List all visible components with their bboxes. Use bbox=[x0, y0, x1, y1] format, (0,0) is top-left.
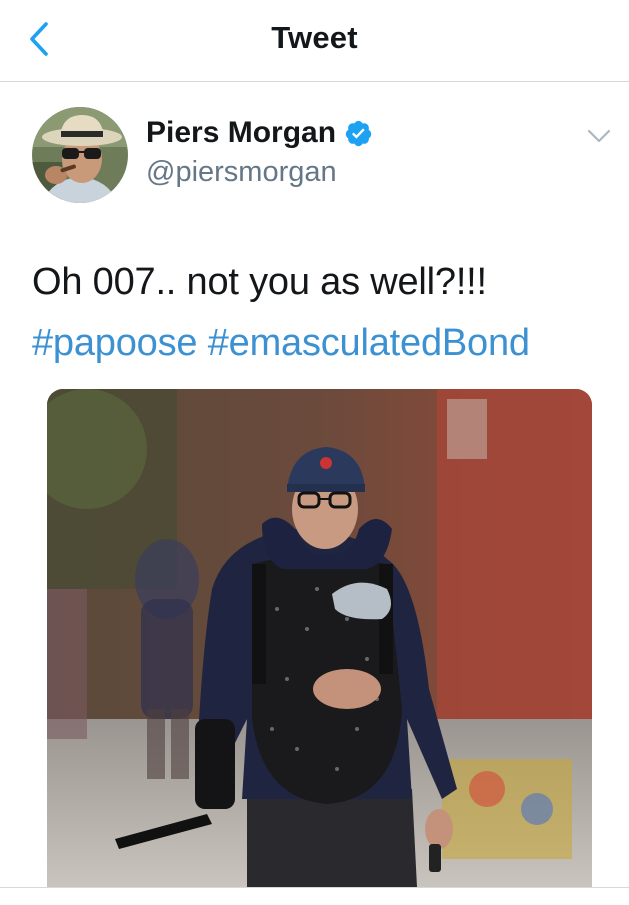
verified-badge-icon bbox=[345, 120, 372, 146]
bottom-divider bbox=[0, 887, 629, 888]
name-line: Piers Morgan bbox=[146, 116, 373, 150]
hashtag-list: #papoose #emasculatedBond bbox=[32, 317, 622, 369]
tweet-photo[interactable] bbox=[47, 389, 592, 887]
nav-bar: Tweet bbox=[0, 0, 629, 82]
avatar[interactable] bbox=[32, 107, 128, 203]
tweet-body: Oh 007.. not you as well?!!! bbox=[32, 261, 487, 303]
tweet-text: Oh 007.. not you as well?!!! #papoose #e… bbox=[32, 256, 622, 369]
user-handle[interactable]: @piersmorgan bbox=[146, 156, 337, 189]
tweet-author: Piers Morgan @piersmorgan bbox=[0, 100, 629, 210]
chevron-down-icon[interactable] bbox=[585, 126, 613, 146]
hashtag-link[interactable]: #emasculatedBond bbox=[208, 322, 530, 364]
photo-image bbox=[47, 389, 592, 887]
display-name[interactable]: Piers Morgan bbox=[146, 116, 336, 150]
page-title: Tweet bbox=[271, 20, 358, 55]
avatar-image bbox=[32, 107, 128, 203]
hashtag-link[interactable]: #papoose bbox=[32, 322, 198, 364]
